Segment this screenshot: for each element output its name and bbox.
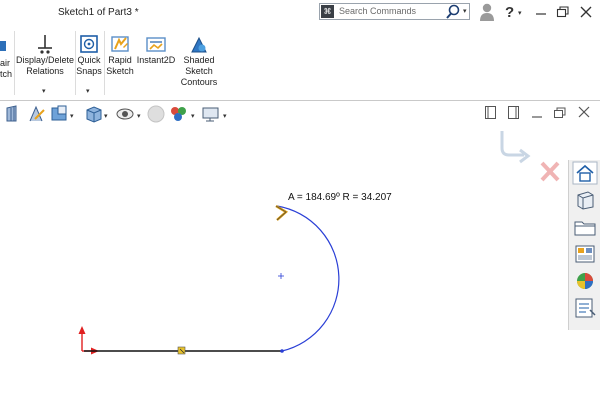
ribbon-divider — [14, 31, 15, 95]
help-icon[interactable]: ? ▾ — [504, 2, 526, 22]
custom-properties-icon[interactable] — [572, 296, 598, 320]
quick-snaps-label-2: Snaps — [76, 66, 102, 76]
display-relations-label-1: Display/Delete — [16, 55, 75, 65]
arc-center-point — [278, 273, 284, 279]
hide-show-items-icon[interactable]: ▾ — [115, 104, 145, 124]
svg-text:▾: ▾ — [191, 113, 195, 120]
doc-minimize-icon[interactable] — [531, 104, 543, 122]
minimize-icon[interactable] — [534, 2, 548, 22]
repair-sketch-label-1: air — [0, 58, 11, 68]
view-orientation-icon[interactable]: ▾ — [84, 104, 112, 124]
svg-text:?: ? — [505, 4, 514, 21]
shaded-contours-label-2: Sketch — [185, 66, 213, 76]
command-manager-ribbon: air tch Display/Delete Relations ▾ Quick… — [0, 27, 600, 101]
svg-text:▾: ▾ — [223, 113, 227, 120]
ribbon-divider — [104, 31, 105, 95]
document-title: Sketch1 of Part3 * — [58, 7, 139, 18]
tile-left-icon[interactable] — [484, 104, 498, 122]
view-settings-icon[interactable]: ▾ — [201, 104, 231, 124]
parts-library-icon[interactable] — [572, 188, 598, 212]
file-explorer-icon[interactable] — [572, 215, 598, 239]
instant2d-button[interactable]: Instant2D — [136, 27, 176, 66]
repair-sketch-icon — [0, 41, 6, 51]
graphics-area[interactable]: A = 184.69º R = 34.207 — [0, 127, 568, 404]
rapid-sketch-label-2: Sketch — [106, 66, 134, 76]
task-pane-tabs — [568, 160, 600, 330]
magnifier-icon[interactable] — [445, 4, 461, 20]
user-icon[interactable] — [479, 2, 495, 22]
svg-text:▾: ▾ — [70, 113, 74, 120]
cancel-x-icon[interactable] — [540, 161, 560, 182]
rapid-sketch-button[interactable]: Rapid Sketch — [106, 27, 134, 77]
svg-text:▾: ▾ — [518, 10, 522, 17]
doc-close-icon[interactable] — [577, 104, 591, 122]
tile-right-icon[interactable] — [507, 104, 521, 122]
instant2d-label: Instant2D — [136, 55, 176, 65]
quick-snaps-button[interactable]: Quick Snaps — [76, 27, 102, 77]
display-relations-label-2: Relations — [26, 66, 64, 76]
zoom-to-fit-icon[interactable] — [4, 104, 24, 124]
title-bar: Sketch1 of Part3 * ⌘ Search Commands ▾ ?… — [0, 0, 600, 27]
instant2d-icon — [146, 37, 166, 52]
close-icon[interactable] — [579, 2, 593, 22]
svg-text:▾: ▾ — [104, 113, 108, 120]
shaded-contours-icon — [191, 36, 207, 53]
search-commands-icon: ⌘ — [321, 5, 334, 18]
rapid-sketch-icon — [111, 36, 129, 52]
doc-restore-icon[interactable] — [553, 104, 567, 122]
section-view-icon[interactable]: ▾ — [50, 104, 78, 124]
display-delete-relations-button[interactable]: Display/Delete Relations — [16, 27, 74, 77]
restore-icon[interactable] — [556, 2, 570, 22]
home-icon[interactable] — [572, 161, 598, 185]
search-dropdown-caret[interactable]: ▾ — [463, 7, 467, 15]
repair-sketch-button[interactable]: air tch — [0, 58, 12, 80]
arc-dimension-readout: A = 184.69º R = 34.207 — [288, 192, 392, 203]
heads-up-view-toolbar: ▾ ▾ ▾ ▾ ▾ — [0, 101, 600, 127]
quick-snaps-label-1: Quick — [77, 55, 101, 65]
quick-snaps-icon — [80, 35, 98, 53]
rapid-sketch-label-1: Rapid — [108, 55, 132, 65]
confirm-ok-icon[interactable] — [500, 131, 531, 164]
edit-appearance-icon[interactable] — [146, 104, 166, 124]
svg-text:▾: ▾ — [137, 113, 141, 120]
repair-sketch-label-2: tch — [0, 69, 13, 79]
search-input[interactable]: Search Commands — [339, 6, 416, 16]
view-palette-icon[interactable] — [572, 242, 598, 266]
appearances-icon[interactable] — [572, 269, 598, 293]
display-relations-dropdown[interactable]: ▾ — [42, 87, 46, 95]
display-relations-icon — [38, 35, 52, 54]
tangent-arc[interactable] — [276, 205, 340, 352]
midpoint-inference-icon — [177, 346, 186, 355]
quick-snaps-dropdown[interactable]: ▾ — [86, 87, 90, 95]
sketch-canvas[interactable] — [0, 127, 568, 404]
shaded-contours-label-3: Contours — [180, 77, 218, 87]
search-commands-box[interactable]: ⌘ Search Commands ▾ — [319, 3, 470, 20]
zoom-area-icon[interactable] — [27, 104, 47, 124]
apply-scene-icon[interactable]: ▾ — [169, 104, 199, 124]
shaded-sketch-contours-button[interactable]: Shaded Sketch Contours — [178, 27, 220, 88]
shaded-contours-label-1: Shaded — [183, 55, 215, 65]
